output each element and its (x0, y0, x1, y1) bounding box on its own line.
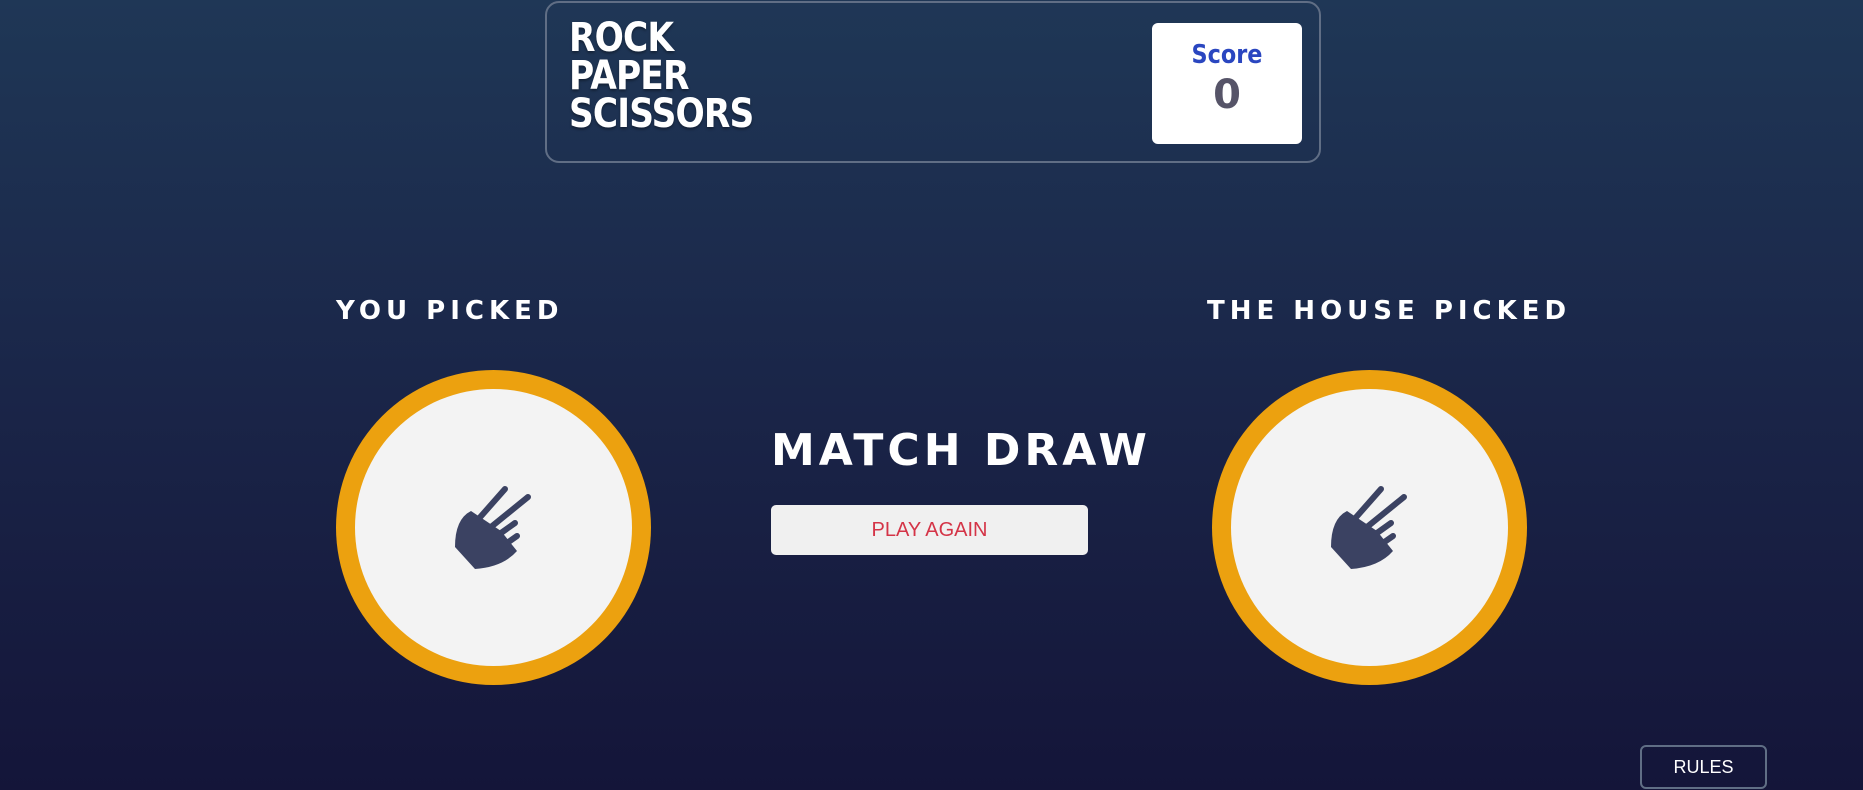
you-picked-label: YOU PICKED (336, 296, 564, 326)
rules-button[interactable]: RULES (1640, 745, 1767, 789)
title-line-paper: PAPER (569, 53, 689, 99)
game-title: ROCK PAPER SCISSORS (569, 15, 754, 137)
house-choice-token (1212, 370, 1527, 685)
title-line-scissors: SCISSORS (569, 91, 754, 137)
score-value: 0 (1213, 72, 1241, 118)
result-text: MATCH DRAW (771, 425, 1151, 476)
header: ROCK PAPER SCISSORS Score 0 (545, 1, 1321, 163)
score-label: Score (1191, 40, 1263, 70)
play-again-button[interactable]: PLAY AGAIN (771, 505, 1088, 555)
score-box: Score 0 (1152, 23, 1302, 144)
player-choice-face (355, 389, 632, 666)
house-picked-label: THE HOUSE PICKED (1207, 296, 1572, 326)
house-choice-face (1231, 389, 1508, 666)
scissors-icon (454, 485, 531, 569)
player-choice-token (336, 370, 651, 685)
title-line-rock: ROCK (569, 15, 674, 61)
scissors-icon (1330, 485, 1407, 569)
